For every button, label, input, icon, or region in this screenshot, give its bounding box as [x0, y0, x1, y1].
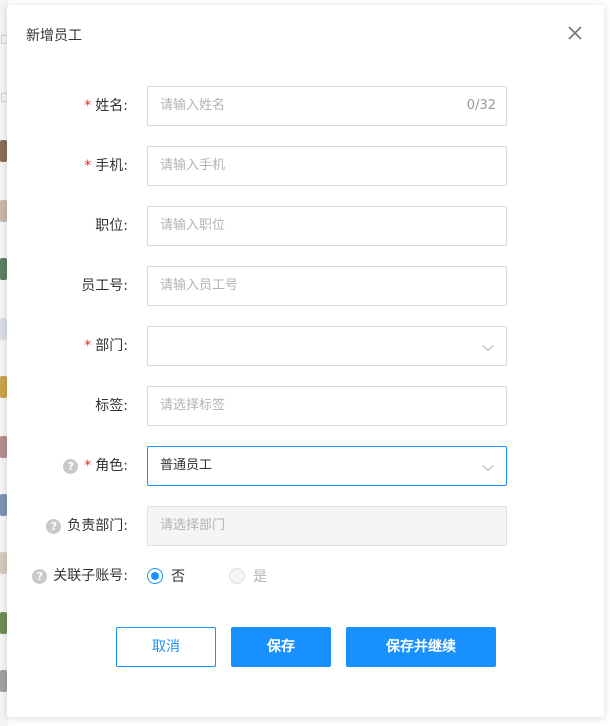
- radio-no[interactable]: 否: [147, 566, 185, 586]
- managed-department-placeholder: 请选择部门: [160, 518, 226, 533]
- name-placeholder: 请输入姓名: [160, 98, 226, 113]
- employee-no-input[interactable]: 请输入员工号: [147, 266, 507, 306]
- chevron-down-icon: [482, 341, 494, 352]
- help-icon[interactable]: ?: [32, 568, 48, 584]
- position-input[interactable]: 请输入职位: [147, 206, 507, 246]
- role-label-text: 角色:: [95, 458, 128, 474]
- role-value: 普通员工: [160, 458, 213, 473]
- managed-department-label-text: 负责部门:: [67, 518, 128, 534]
- tags-label-text: 标签:: [95, 398, 128, 414]
- form-row-tags: 标签: 请选择标签: [7, 386, 604, 426]
- required-mark: *: [84, 98, 92, 114]
- name-label: * 姓名:: [84, 86, 128, 126]
- link-sub-account-radio-group: 否 是: [147, 556, 311, 596]
- radio-no-label: 否: [171, 569, 185, 585]
- form-row-link-sub-account: ? 关联子账号: 否 是: [7, 556, 604, 596]
- background-thumbnail: [0, 318, 7, 340]
- managed-department-label: ? 负责部门:: [46, 506, 128, 546]
- phone-label: * 手机:: [84, 146, 128, 186]
- tags-select[interactable]: 请选择标签: [147, 386, 507, 426]
- background-thumbnail: [0, 552, 7, 574]
- tags-placeholder: 请选择标签: [160, 398, 226, 413]
- link-sub-account-label-text: 关联子账号:: [53, 568, 128, 584]
- background-thumbnail: [0, 494, 7, 516]
- managed-department-select: 请选择部门: [147, 506, 507, 546]
- help-icon[interactable]: ?: [46, 518, 62, 534]
- background-thumbnail: [0, 670, 7, 692]
- form-row-employee-no: 员工号: 请输入员工号: [7, 266, 604, 306]
- position-label: 职位:: [95, 206, 128, 246]
- name-label-text: 姓名:: [95, 98, 128, 114]
- background-thumbnail: [0, 140, 7, 162]
- department-label: * 部门:: [84, 326, 128, 366]
- tags-label: 标签:: [95, 386, 128, 426]
- radio-yes: 是: [229, 566, 267, 586]
- radio-yes-indicator: [229, 568, 245, 584]
- chevron-down-icon: [482, 461, 494, 472]
- department-select[interactable]: [147, 326, 507, 366]
- phone-input[interactable]: 请输入手机: [147, 146, 507, 186]
- name-input[interactable]: 请输入姓名 0/32: [147, 86, 507, 126]
- department-label-text: 部门:: [95, 338, 128, 354]
- form-row-role: ? * 角色: 普通员工: [7, 446, 604, 486]
- save-button[interactable]: 保存: [231, 627, 331, 667]
- role-label: ? * 角色:: [63, 446, 128, 486]
- employee-no-label-text: 员工号:: [81, 278, 128, 294]
- background-thumbnail: [0, 258, 7, 280]
- close-icon[interactable]: [567, 25, 583, 41]
- position-label-text: 职位:: [95, 218, 128, 234]
- add-employee-dialog: 新增员工 * 姓名: 请输入姓名 0/32 * 手机: 请输入手机 职位: 请输…: [7, 5, 604, 717]
- required-mark: *: [84, 158, 92, 174]
- dialog-title: 新增员工: [26, 28, 82, 44]
- role-select[interactable]: 普通员工: [147, 446, 507, 486]
- form-row-position: 职位: 请输入职位: [7, 206, 604, 246]
- name-char-counter: 0/32: [466, 98, 496, 113]
- cancel-button[interactable]: 取消: [116, 627, 216, 667]
- form-row-name: * 姓名: 请输入姓名 0/32: [7, 86, 604, 126]
- radio-no-indicator: [147, 568, 163, 584]
- form-row-department: * 部门:: [7, 326, 604, 366]
- background-thumbnail: [0, 200, 7, 222]
- phone-placeholder: 请输入手机: [160, 158, 226, 173]
- position-placeholder: 请输入职位: [160, 218, 226, 233]
- save-and-continue-button[interactable]: 保存并继续: [346, 627, 496, 667]
- employee-no-label: 员工号:: [81, 266, 128, 306]
- radio-yes-label: 是: [253, 569, 267, 585]
- employee-no-placeholder: 请输入员工号: [160, 278, 239, 293]
- phone-label-text: 手机:: [95, 158, 128, 174]
- background-thumbnail: [0, 436, 7, 458]
- link-sub-account-label: ? 关联子账号:: [32, 556, 128, 596]
- background-thumbnail: [0, 612, 7, 634]
- background-thumbnail: [0, 376, 7, 398]
- required-mark: *: [84, 458, 92, 474]
- form-row-managed-department: ? 负责部门: 请选择部门: [7, 506, 604, 546]
- help-icon[interactable]: ?: [63, 458, 79, 474]
- required-mark: *: [84, 338, 92, 354]
- form-row-phone: * 手机: 请输入手机: [7, 146, 604, 186]
